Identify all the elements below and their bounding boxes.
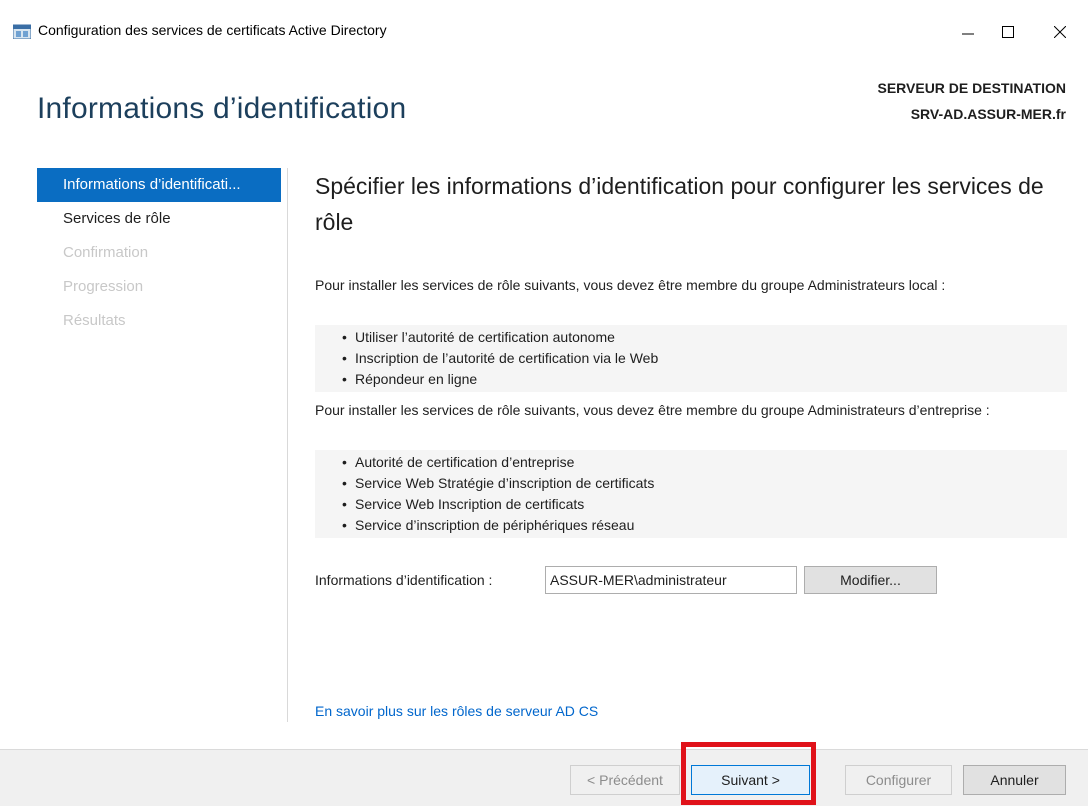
nav-item-credentials[interactable]: Informations d’identificati...	[37, 168, 281, 202]
credentials-row: Informations d’identification : Modifier…	[315, 566, 1067, 596]
wizard-footer: < Précédent Suivant > Configurer Annuler	[0, 749, 1088, 806]
maximize-icon	[1002, 26, 1014, 38]
enterprise-roles-list: Autorité de certification d’entreprise S…	[315, 450, 1067, 538]
configure-button[interactable]: Configurer	[845, 765, 952, 795]
content-heading: Spécifier les informations d’identificat…	[315, 173, 1044, 235]
enterprise-admins-intro: Pour installer les services de rôle suiv…	[315, 402, 990, 418]
close-icon	[1054, 26, 1066, 38]
minimize-icon	[962, 33, 974, 35]
list-item: Utiliser l’autorité de certification aut…	[315, 327, 1067, 348]
credentials-field[interactable]	[545, 566, 797, 594]
close-button[interactable]	[1040, 16, 1080, 48]
list-item: Répondeur en ligne	[315, 369, 1067, 390]
nav-item-results: Résultats	[63, 312, 126, 329]
local-roles-list: Utiliser l’autorité de certification aut…	[315, 325, 1067, 392]
modify-credentials-button[interactable]: Modifier...	[804, 566, 937, 594]
window-title: Configuration des services de certificat…	[38, 22, 387, 38]
list-item: Service Web Inscription de certificats	[315, 494, 1067, 515]
minimize-button[interactable]	[948, 16, 988, 48]
wizard-nav: Informations d’identificati... Services …	[37, 168, 287, 338]
destination-server-label: SERVEUR DE DESTINATION	[877, 80, 1066, 96]
credentials-label: Informations d’identification :	[315, 572, 493, 588]
previous-button[interactable]: < Précédent	[570, 765, 680, 795]
list-item: Inscription de l’autorité de certificati…	[315, 348, 1067, 369]
nav-divider	[287, 168, 288, 722]
cancel-button[interactable]: Annuler	[963, 765, 1066, 795]
nav-item-progress: Progression	[63, 278, 144, 295]
nav-item-confirmation: Confirmation	[63, 244, 149, 261]
next-button[interactable]: Suivant >	[691, 765, 810, 795]
list-item: Autorité de certification d’entreprise	[315, 452, 1067, 473]
maximize-button[interactable]	[988, 16, 1028, 48]
list-item: Service Web Stratégie d’inscription de c…	[315, 473, 1067, 494]
destination-server-name: SRV-AD.ASSUR-MER.fr	[910, 106, 1066, 122]
page-title: Informations d’identification	[37, 92, 407, 125]
nav-item-role-services[interactable]: Services de rôle	[37, 202, 277, 236]
title-bar: Configuration des services de certificat…	[0, 0, 1088, 62]
list-item: Service d’inscription de périphériques r…	[315, 515, 1067, 536]
server-manager-icon	[12, 23, 32, 40]
content-pane: Spécifier les informations d’identificat…	[315, 168, 1067, 594]
local-admins-intro: Pour installer les services de rôle suiv…	[315, 277, 946, 293]
learn-more-link[interactable]: En savoir plus sur les rôles de serveur …	[315, 703, 598, 719]
